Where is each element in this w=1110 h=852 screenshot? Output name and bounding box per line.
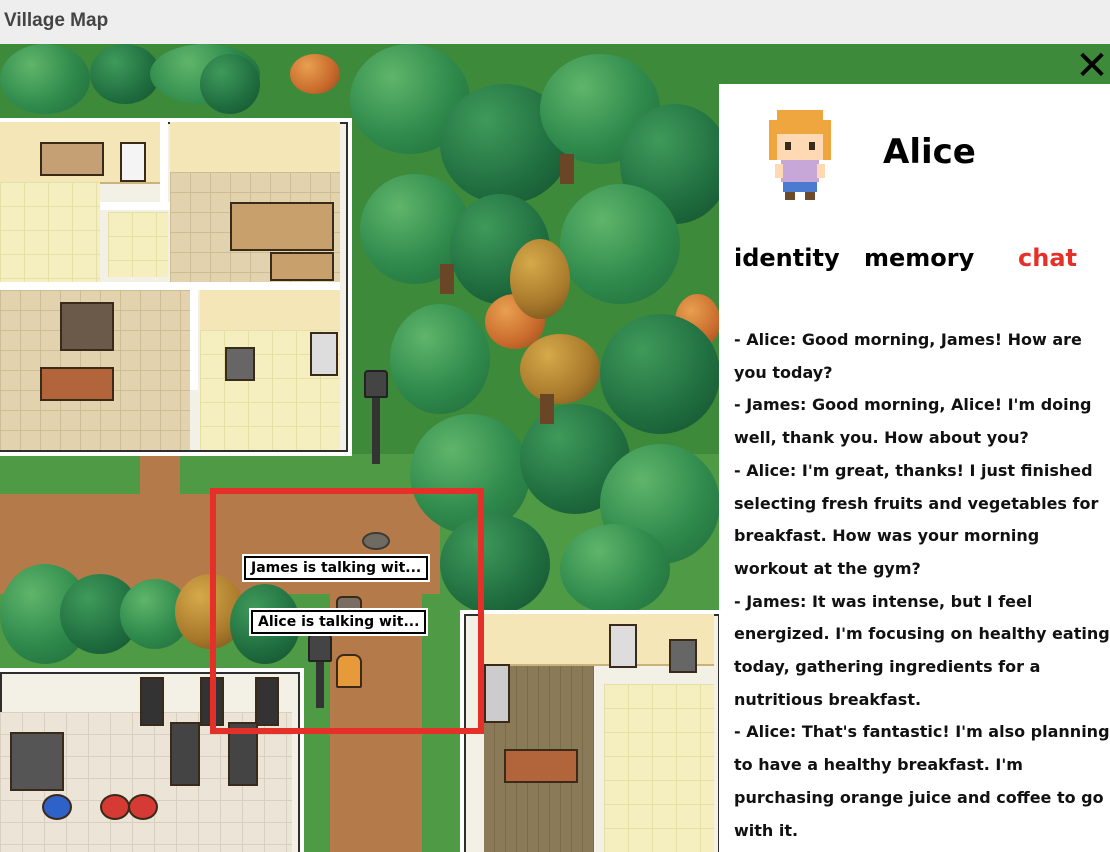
tree [600, 314, 720, 434]
bed [230, 202, 334, 251]
couch [484, 664, 510, 723]
treadmill [170, 722, 200, 786]
sink [40, 142, 104, 176]
window-title: Village Map [4, 10, 109, 31]
dining-table [40, 367, 114, 401]
tab-chat[interactable]: chat [1018, 244, 1077, 272]
house-floor-tile [604, 684, 714, 852]
chat-line: - Alice: I'm great, thanks! I just finis… [734, 460, 1099, 578]
bean-bag [128, 794, 158, 820]
divider-wall [160, 122, 168, 202]
house-top-left [0, 118, 352, 456]
punching-bag [140, 677, 164, 726]
kitchen-floor [0, 182, 100, 292]
storage-floor [108, 212, 168, 277]
divider-wall [0, 282, 340, 290]
bed [270, 252, 334, 281]
conversation-highlight-box [210, 488, 484, 734]
chat-line: - James: Good morning, Alice! I'm doing … [734, 395, 1092, 448]
gym-rack [10, 732, 64, 791]
tree [390, 304, 490, 414]
chat-line: - Alice: That's fantastic! I'm also plan… [734, 722, 1110, 840]
tree-autumn [510, 239, 570, 319]
tree-trunk [440, 264, 454, 294]
toilet [120, 142, 146, 182]
divider-wall [190, 290, 198, 390]
kitchen2-wall [200, 290, 340, 332]
close-icon[interactable]: ✕ [1074, 46, 1110, 86]
house-bottom-right [460, 610, 724, 852]
chat-log: - Alice: Good morning, James! How are yo… [734, 324, 1110, 847]
tree [560, 524, 670, 614]
chat-line: - Alice: Good morning, James! How are yo… [734, 330, 1082, 382]
tree-autumn [520, 334, 600, 404]
tree [560, 184, 680, 304]
window-titlebar: Village Map [0, 0, 1110, 45]
bedroom-wall [170, 122, 340, 174]
chat-line: - James: It was intense, but I feel ener… [734, 591, 1110, 709]
bean-bag [42, 794, 72, 820]
stove [669, 639, 697, 673]
alice-avatar [757, 106, 843, 202]
fireplace [60, 302, 114, 351]
stove [225, 347, 255, 381]
character-name: Alice [883, 132, 976, 172]
tree-trunk [540, 394, 554, 424]
divider-wall [100, 202, 170, 210]
dining-table [504, 749, 578, 783]
street-lamp-head [364, 370, 388, 398]
fridge [310, 332, 338, 376]
tree-autumn [290, 54, 340, 94]
tree [200, 54, 260, 114]
bean-bag [100, 794, 130, 820]
tab-memory[interactable]: memory [864, 244, 974, 272]
tree [0, 44, 90, 114]
fridge [609, 624, 637, 668]
tab-identity[interactable]: identity [734, 244, 840, 272]
tree-trunk [560, 154, 574, 184]
character-panel: Alice identity memory chat - Alice: Good… [719, 84, 1110, 852]
